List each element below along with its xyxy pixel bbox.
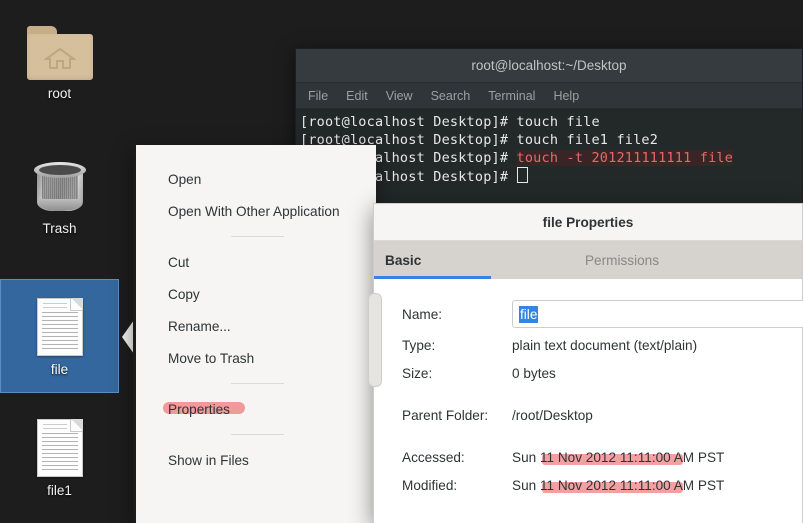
terminal-menubar[interactable]: File Edit View Search Terminal Help <box>296 83 802 109</box>
context-menu-item-move-to-trash[interactable]: Move to Trash <box>136 342 376 374</box>
type-value: plain text document (text/plain) <box>512 337 698 353</box>
type-label: Type: <box>402 337 436 353</box>
name-label: Name: <box>402 306 443 322</box>
parent-folder-value: /root/Desktop <box>512 407 593 423</box>
terminal-title: root@localhost:~/Desktop <box>471 58 627 73</box>
home-glyph <box>43 47 76 69</box>
properties-tabs[interactable]: Basic Permissions <box>374 241 802 279</box>
size-label: Size: <box>402 365 433 381</box>
tab-basic[interactable]: Basic <box>374 241 502 279</box>
context-menu-item-copy[interactable]: Copy <box>136 278 376 310</box>
properties-title: file Properties <box>542 214 634 230</box>
context-menu-item-cut[interactable]: Cut <box>136 246 376 278</box>
terminal-line: [root@localhost Desktop]# touch file <box>300 114 600 130</box>
context-menu-item-properties[interactable]: Properties <box>136 393 376 425</box>
desktop-icon-file[interactable]: file <box>0 279 119 393</box>
parent-folder-label: Parent Folder: <box>402 407 489 423</box>
tab-permissions-label: Permissions <box>584 252 660 268</box>
properties-basic-panel: Name: file Type: plain text document (te… <box>368 279 803 523</box>
context-menu-item-show-in-files[interactable]: Show in Files <box>136 444 376 476</box>
context-menu-separator <box>231 434 284 435</box>
desktop-icon-file1[interactable]: file1 <box>0 415 119 499</box>
properties-titlebar[interactable]: file Properties <box>374 204 802 241</box>
context-menu-item-label: Cut <box>168 254 190 270</box>
menu-edit[interactable]: Edit <box>346 89 368 103</box>
vertical-scrollbar[interactable] <box>368 293 382 387</box>
context-menu-item-label: Show in Files <box>168 452 249 468</box>
accessed-label: Accessed: <box>402 449 465 465</box>
context-menu[interactable]: Open Open With Other Application Cut Cop… <box>133 145 376 523</box>
modified-value: Sun 11 Nov 2012 11:11:00 AM PST <box>512 477 725 493</box>
desktop-icon-root[interactable]: root <box>1 8 118 102</box>
desktop-icon-label: file <box>50 362 69 377</box>
terminal-titlebar[interactable]: root@localhost:~/Desktop <box>296 49 802 83</box>
menu-file[interactable]: File <box>308 89 328 103</box>
desktop-icon-label: Trash <box>42 221 77 236</box>
row-parent-folder: Parent Folder: /root/Desktop <box>374 401 802 429</box>
trash-can-icon <box>1 143 118 215</box>
name-input[interactable]: file <box>512 300 803 328</box>
name-input-value: file <box>519 305 539 323</box>
context-menu-item-label: Open <box>168 171 202 187</box>
home-folder-icon <box>1 8 118 80</box>
desktop-icon-trash[interactable]: Trash <box>1 143 118 237</box>
menu-view[interactable]: View <box>386 89 413 103</box>
context-menu-item-label: Move to Trash <box>168 350 255 366</box>
row-type: Type: plain text document (text/plain) <box>374 331 802 359</box>
row-size: Size: 0 bytes <box>374 359 802 387</box>
menu-terminal[interactable]: Terminal <box>488 89 535 103</box>
accessed-value: Sun 11 Nov 2012 11:11:00 AM PST <box>512 449 725 465</box>
row-name: Name: file <box>374 297 803 331</box>
context-menu-item-open[interactable]: Open <box>136 163 376 195</box>
file-properties-dialog[interactable]: file Properties Basic Permissions Name: … <box>368 203 803 523</box>
desktop-icon-label: file1 <box>47 483 72 498</box>
context-menu-item-open-with[interactable]: Open With Other Application <box>136 195 376 227</box>
menu-help[interactable]: Help <box>553 89 579 103</box>
tab-basic-label: Basic <box>385 252 422 268</box>
context-menu-item-label: Open With Other Application <box>168 203 340 219</box>
context-menu-separator <box>231 383 284 384</box>
context-menu-item-label: Copy <box>168 286 200 302</box>
desktop-icon-label: root <box>47 86 72 101</box>
row-modified: Modified: Sun 11 Nov 2012 11:11:00 AM PS… <box>374 471 802 499</box>
tab-permissions[interactable]: Permissions <box>502 241 802 279</box>
size-value: 0 bytes <box>512 365 556 381</box>
context-menu-item-label: Rename... <box>168 318 231 334</box>
context-menu-item-rename[interactable]: Rename... <box>136 310 376 342</box>
context-menu-separator <box>231 236 284 237</box>
modified-label: Modified: <box>402 477 458 493</box>
terminal-highlighted-command: touch -t 201211111111 file <box>516 150 734 166</box>
text-document-icon <box>1 294 118 356</box>
row-accessed: Accessed: Sun 11 Nov 2012 11:11:00 AM PS… <box>374 443 802 471</box>
context-menu-item-label: Properties <box>168 401 230 417</box>
menu-search[interactable]: Search <box>431 89 471 103</box>
terminal-cursor <box>516 167 528 183</box>
text-document-icon <box>0 415 119 477</box>
